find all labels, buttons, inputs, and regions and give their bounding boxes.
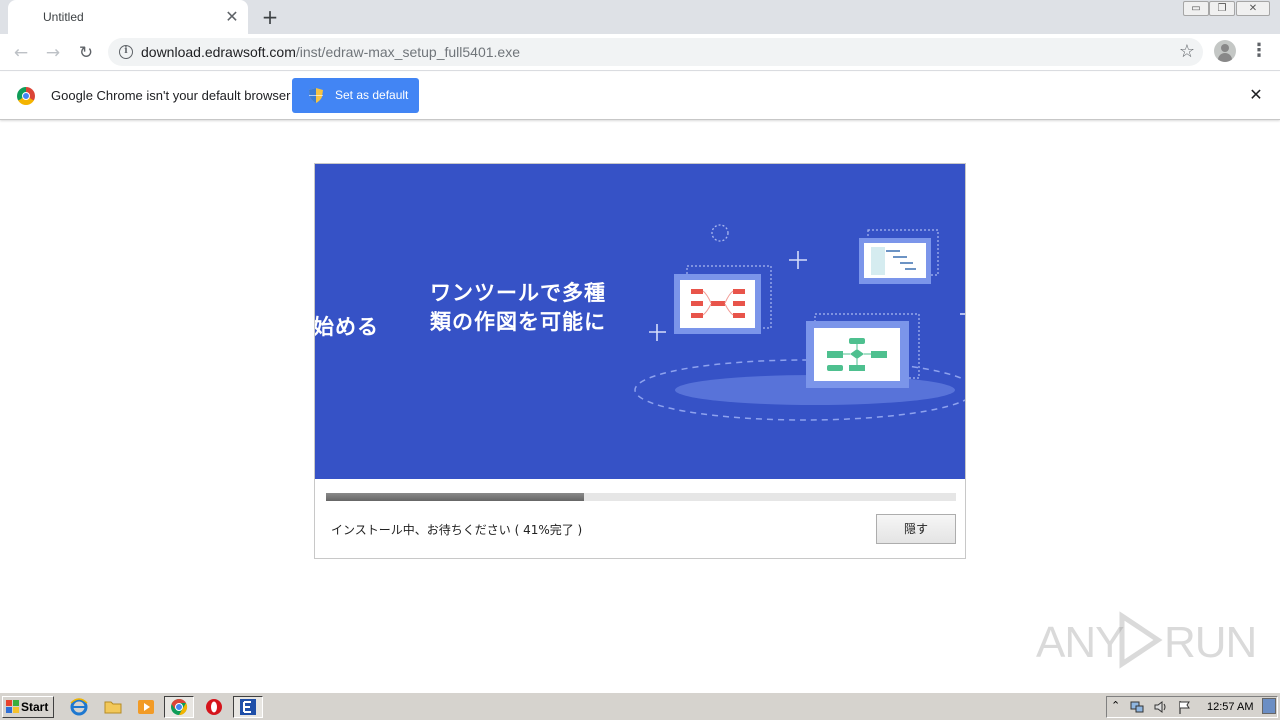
set-as-default-button[interactable]: Set as default <box>292 78 419 113</box>
hide-button[interactable]: 隠す <box>876 514 956 544</box>
edraw-icon <box>240 699 256 715</box>
install-progress-bar <box>326 493 956 501</box>
url-host: download.edrawsoft.com <box>141 44 296 60</box>
chrome-taskbar-button[interactable] <box>164 696 194 718</box>
start-button[interactable]: Start <box>2 696 54 718</box>
browser-tab[interactable]: Untitled ✕ <box>8 0 248 34</box>
forward-icon[interactable]: → <box>40 40 66 66</box>
back-icon[interactable]: ← <box>8 40 34 66</box>
watermark-any: ANY <box>1036 618 1124 667</box>
menu-dots-icon[interactable]: ⋮ <box>1250 40 1268 64</box>
watermark-run: RUN <box>1164 618 1257 667</box>
info-icon[interactable]: i <box>119 45 133 59</box>
taskbar-clock[interactable]: 12:57 AM <box>1207 701 1253 713</box>
headline-line-1: ワンツールで多種 <box>430 281 606 305</box>
internet-explorer-icon[interactable] <box>69 697 89 717</box>
opera-icon[interactable] <box>204 697 224 717</box>
show-hidden-icons-icon[interactable]: ⌃ <box>1111 699 1120 712</box>
browser-toolbar: ← → ↻ i download.edrawsoft.com/inst/edra… <box>0 34 1280 71</box>
chrome-icon <box>171 698 188 716</box>
profile-avatar-icon[interactable] <box>1214 40 1236 62</box>
windows-taskbar: Start ⌃ 12:57 AM <box>0 692 1280 720</box>
volume-icon[interactable] <box>1153 699 1169 715</box>
start-label: Start <box>21 700 49 714</box>
headline-line-2: 類の作図を可能に <box>430 310 606 334</box>
chrome-logo-icon <box>17 87 35 105</box>
infobar-message: Google Chrome isn't your default browser <box>51 88 291 103</box>
tab-strip: Untitled ✕ + ▭ ❐ ✕ <box>0 0 1280 34</box>
previous-slide-text: 始める <box>315 315 379 339</box>
set-as-default-label: Set as default <box>335 88 409 102</box>
anyrun-watermark: ANY RUN <box>1036 610 1257 670</box>
watermark-play-icon <box>1119 611 1163 669</box>
close-window-button[interactable]: ✕ <box>1236 1 1270 16</box>
uac-shield-icon <box>309 88 323 103</box>
address-bar[interactable]: i download.edrawsoft.com/inst/edraw-max_… <box>108 38 1203 66</box>
tab-close-icon[interactable]: ✕ <box>222 7 242 27</box>
action-center-flag-icon[interactable] <box>1177 699 1193 715</box>
tab-title: Untitled <box>43 10 84 24</box>
folder-icon[interactable] <box>103 697 123 717</box>
installer-window: ワンツールで多種 類の作図を可能に 始める インストール中、お待ちください ( … <box>314 163 966 559</box>
diagram-illustration <box>634 224 965 421</box>
system-tray: ⌃ 12:57 AM <box>1106 696 1278 718</box>
install-status-text: インストール中、お待ちください ( 41%完了 ) <box>331 523 583 537</box>
default-browser-infobar: Google Chrome isn't your default browser… <box>0 72 1280 120</box>
bookmark-star-icon[interactable]: ☆ <box>1179 41 1195 62</box>
url-text[interactable]: download.edrawsoft.com/inst/edraw-max_se… <box>141 44 520 60</box>
banner-headline: ワンツールで多種 類の作図を可能に <box>430 279 606 337</box>
reload-icon[interactable]: ↻ <box>73 40 99 66</box>
media-player-icon[interactable] <box>136 697 156 717</box>
new-tab-button[interactable]: + <box>258 6 282 28</box>
edraw-taskbar-button[interactable] <box>233 696 263 718</box>
install-progress-fill <box>326 493 585 501</box>
windows-logo-icon <box>6 700 19 713</box>
url-path: /inst/edraw-max_setup_full5401.exe <box>295 44 521 60</box>
minimize-button[interactable]: ▭ <box>1183 1 1209 16</box>
infobar-close-icon[interactable]: ✕ <box>1246 85 1266 105</box>
show-desktop-button[interactable] <box>1262 698 1276 714</box>
installer-banner: ワンツールで多種 類の作図を可能に 始める <box>315 164 965 479</box>
network-icon[interactable] <box>1129 699 1145 715</box>
restore-button[interactable]: ❐ <box>1209 1 1235 16</box>
